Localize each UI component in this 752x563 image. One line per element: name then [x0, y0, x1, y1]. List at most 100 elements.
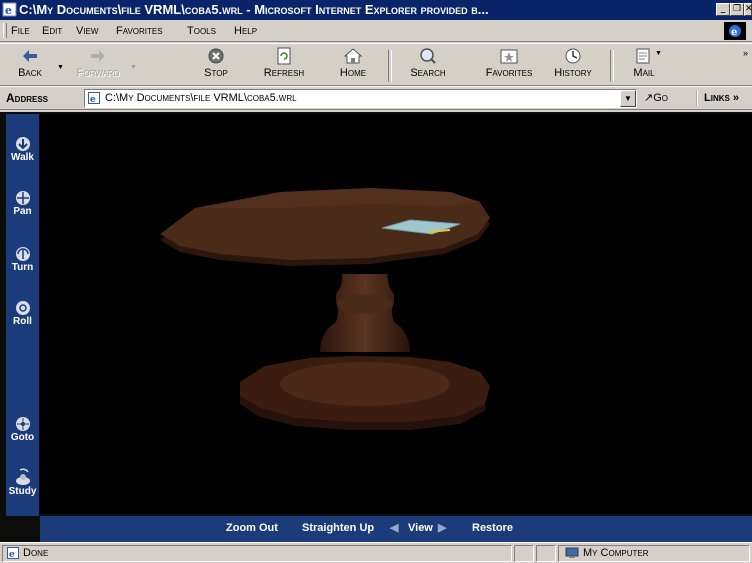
- toolbar-overflow-icon[interactable]: »: [743, 48, 748, 58]
- standard-toolbar: Back ▼ Forward ▼ Stop Refresh Home Searc…: [0, 43, 752, 86]
- home-icon: [343, 48, 363, 64]
- view-label: View: [408, 522, 433, 534]
- back-label: Back: [18, 67, 42, 79]
- walk-button[interactable]: Walk: [6, 136, 39, 163]
- status-bar: e Done My Computer: [0, 542, 752, 563]
- goto-button[interactable]: Goto: [6, 416, 39, 443]
- search-label: Search: [410, 67, 446, 79]
- history-label: History: [554, 67, 592, 79]
- stop-icon: [208, 48, 224, 64]
- stop-button[interactable]: Stop: [186, 45, 246, 85]
- links-label: Links: [704, 92, 730, 104]
- pan-icon: [15, 191, 30, 205]
- home-label: Home: [339, 67, 367, 79]
- study-button[interactable]: Study: [6, 466, 39, 497]
- go-arrow-icon: ↗: [644, 92, 654, 104]
- links-button[interactable]: Links »: [696, 90, 739, 106]
- pan-label: Pan: [13, 206, 32, 217]
- walk-label: Walk: [11, 152, 34, 163]
- menu-file[interactable]: File: [11, 23, 30, 39]
- pan-button[interactable]: Pan: [6, 190, 39, 217]
- turn-icon: [15, 247, 30, 261]
- page-icon: e: [88, 92, 100, 104]
- forward-label: Forward: [76, 67, 120, 79]
- zoom-out-button[interactable]: Zoom Out: [226, 521, 278, 536]
- study-icon: [15, 468, 30, 485]
- done-page-icon: e: [7, 547, 19, 559]
- go-button[interactable]: ↗Go: [644, 90, 668, 106]
- back-dropdown-icon[interactable]: ▼: [57, 64, 64, 71]
- mail-dropdown-icon[interactable]: ▼: [655, 50, 662, 57]
- turn-label: Turn: [11, 262, 34, 273]
- menu-view[interactable]: View: [76, 23, 98, 39]
- menu-favorites[interactable]: Favorites: [116, 23, 163, 39]
- goto-label: Goto: [10, 432, 35, 443]
- status-text: Done: [23, 547, 49, 559]
- status-pane-empty-2: [536, 545, 556, 562]
- status-pane-empty-1: [514, 545, 534, 562]
- goto-icon: [15, 417, 30, 431]
- refresh-label: Refresh: [263, 67, 305, 79]
- vrml-nav-panel: Walk Pan Turn Roll Goto Study: [6, 114, 39, 516]
- minimize-button[interactable]: _: [716, 3, 730, 16]
- svg-text:e: e: [9, 550, 15, 559]
- zone-pane: My Computer: [558, 545, 750, 562]
- address-bar: Address e C:\My Documents\file VRML\coba…: [0, 86, 752, 110]
- wooden-table[interactable]: [40, 114, 752, 514]
- favorites-icon: [500, 49, 518, 64]
- ie-throbber-logo: e: [724, 22, 746, 40]
- back-button[interactable]: Back: [0, 45, 60, 85]
- search-icon: [420, 48, 436, 64]
- address-dropdown-icon[interactable]: ▼: [620, 90, 636, 107]
- svg-text:e: e: [731, 27, 737, 38]
- vrml-scene[interactable]: [40, 114, 752, 514]
- view-next-icon[interactable]: ▶: [438, 521, 446, 536]
- roll-label: Roll: [13, 316, 32, 327]
- address-label: Address: [6, 91, 49, 105]
- restore-view-button[interactable]: Restore: [472, 521, 513, 536]
- history-button[interactable]: History: [540, 45, 606, 85]
- vrml-viewer: Walk Pan Turn Roll Goto Study Zoom Out S…: [0, 112, 752, 542]
- menu-edit[interactable]: Edit: [42, 23, 62, 39]
- study-label: Study: [8, 486, 37, 497]
- home-button[interactable]: Home: [323, 45, 383, 85]
- refresh-icon: [277, 47, 291, 65]
- ie-page-icon: e: [2, 2, 17, 17]
- forward-button[interactable]: Forward: [68, 45, 128, 85]
- my-computer-icon: [565, 547, 579, 558]
- go-label: Go: [653, 92, 668, 104]
- refresh-button[interactable]: Refresh: [254, 45, 314, 85]
- mail-icon: [636, 48, 650, 64]
- mail-label: Mail: [633, 67, 655, 79]
- view-prev-icon[interactable]: ◀: [390, 521, 398, 536]
- stop-label: Stop: [204, 67, 228, 79]
- address-input[interactable]: e C:\My Documents\file VRML\coba5.wrl ▼: [84, 89, 637, 108]
- toolbar-separator: [388, 50, 392, 82]
- forward-dropdown-icon[interactable]: ▼: [130, 64, 137, 71]
- forward-arrow-icon: [91, 50, 105, 62]
- menu-tools[interactable]: Tools: [187, 23, 216, 39]
- restore-button[interactable]: ❐: [730, 3, 744, 16]
- history-icon: [565, 48, 581, 64]
- turn-button[interactable]: Turn: [6, 246, 39, 273]
- favorites-label: Favorites: [485, 67, 533, 79]
- toolbar-separator-2: [610, 50, 614, 82]
- menu-bar: File Edit View Favorites Tools Help e: [0, 20, 752, 42]
- straighten-up-button[interactable]: Straighten Up: [302, 521, 374, 536]
- window-title: C:\My Documents\file VRML\coba5.wrl - Mi…: [19, 2, 489, 17]
- menu-grip[interactable]: [3, 23, 7, 38]
- svg-text:e: e: [5, 4, 12, 17]
- svg-text:e: e: [90, 95, 96, 104]
- close-button[interactable]: ✕: [744, 3, 752, 16]
- status-pane: e Done: [2, 545, 512, 562]
- roll-icon: [15, 301, 30, 315]
- search-button[interactable]: Search: [398, 45, 458, 85]
- menu-help[interactable]: Help: [234, 23, 257, 39]
- title-bar[interactable]: e C:\My Documents\file VRML\coba5.wrl - …: [0, 0, 752, 20]
- zone-text: My Computer: [583, 547, 649, 559]
- favorites-button[interactable]: Favorites: [474, 45, 544, 85]
- roll-button[interactable]: Roll: [6, 300, 39, 327]
- vrml-bottom-bar: Zoom Out Straighten Up ◀ View ▶ Restore: [40, 516, 752, 542]
- back-arrow-icon: [23, 50, 37, 62]
- walk-icon: [15, 137, 30, 151]
